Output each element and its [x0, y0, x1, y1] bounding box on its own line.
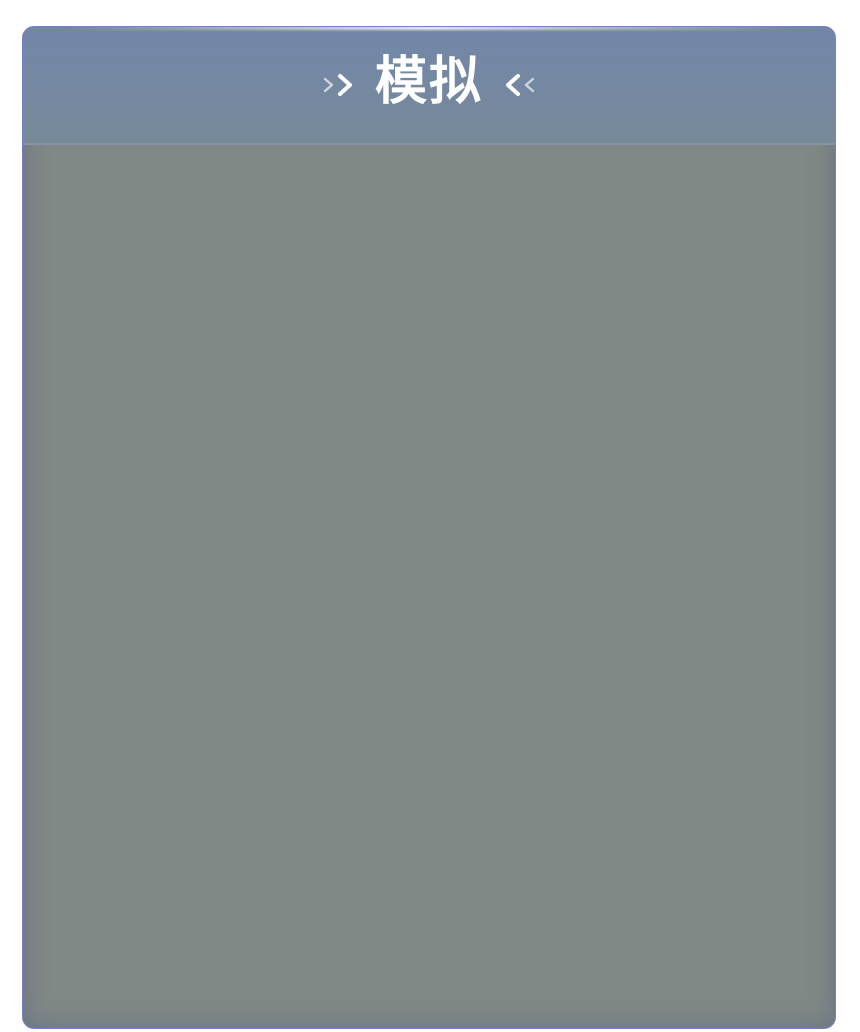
panel-content-area	[23, 145, 835, 1028]
chevron-double-right-icon	[321, 65, 357, 105]
chevron-double-left-icon	[501, 65, 537, 105]
panel-title: 模拟	[374, 52, 483, 112]
simulation-panel: 模拟	[22, 26, 836, 1029]
panel-header: 模拟	[23, 27, 835, 145]
